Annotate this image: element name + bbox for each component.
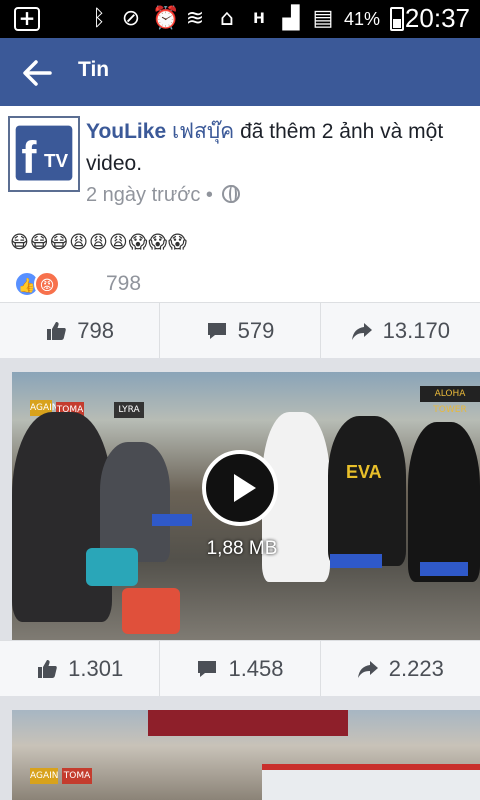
svg-text:f: f: [21, 132, 37, 183]
wifi-icon: ≋: [185, 6, 205, 31]
status-bar: + ᛒ ⊘ ⏰ ≋ ⌂ H ▟ ▤ 41% 20:37: [0, 0, 480, 38]
share-count: 13.170: [382, 317, 450, 343]
red-bucket: [122, 588, 180, 634]
share-button[interactable]: 2.223: [321, 641, 480, 696]
post-time-text: 2 ngày trước •: [86, 184, 213, 206]
post-text: 😷😷😷😩😩😩😱😱😱: [10, 232, 188, 253]
bluetooth-icon: ᛒ: [92, 6, 106, 31]
second-media-thumbnail[interactable]: TOMA AGAIN: [12, 710, 480, 800]
share-count: 2.223: [388, 655, 444, 681]
like-count: 798: [77, 317, 115, 343]
app-bar: Tin: [0, 38, 480, 106]
signal-icon: ▟: [282, 6, 300, 31]
video-action-card: 1.301 1.458 2.223: [0, 640, 480, 696]
shop-sign: LYRA: [114, 402, 144, 418]
angry-reaction-icon: 😡: [34, 271, 60, 297]
like-button[interactable]: 1.301: [0, 641, 161, 696]
video-action-bar: 1.301 1.458 2.223: [0, 640, 480, 696]
ftv-logo-icon: f TV: [10, 118, 78, 190]
post-card: f TV YouLike เฟสบุ๊ค đã thêm 2 ảnh và mộ…: [0, 106, 480, 358]
comment-count: 1.458: [228, 655, 284, 681]
post-action-bar: 798 579 13.170: [0, 302, 480, 358]
like-count: 1.301: [68, 655, 124, 681]
globe-icon: [222, 185, 241, 203]
status-icons: ᛒ ⊘ ⏰ ≋ ⌂ H ▟ ▤ 41%: [88, 4, 405, 34]
bus: [262, 764, 480, 800]
reaction-count: 798: [106, 272, 142, 295]
stool: [152, 514, 192, 526]
shirt-logo: EVA: [346, 462, 382, 482]
comment-icon: [207, 322, 226, 339]
comment-button[interactable]: 1.458: [160, 641, 321, 696]
comment-count: 579: [237, 317, 275, 343]
person: [100, 442, 170, 562]
share-arrow-icon: [351, 322, 372, 340]
like-button[interactable]: 798: [0, 303, 161, 358]
post-header: YouLike เฟสบุ๊ค đã thêm 2 ảnh và một vid…: [86, 116, 472, 180]
thumbs-up-icon: [38, 659, 57, 678]
comment-button[interactable]: 579: [160, 303, 321, 358]
clock: 20:37: [404, 3, 470, 33]
share-arrow-icon: [357, 660, 378, 678]
alarm-icon: ⏰: [152, 6, 180, 31]
battery-icon: [390, 7, 405, 31]
page-name-link[interactable]: YouLike: [86, 120, 166, 143]
back-arrow-icon[interactable]: [20, 56, 54, 90]
post-timestamp: 2 ngày trước •: [86, 184, 241, 207]
shop-sign: TOMA: [62, 768, 92, 784]
svg-text:TV: TV: [44, 151, 69, 172]
mute-icon: ⊘: [121, 6, 141, 31]
red-awning: [148, 710, 348, 736]
person: [408, 422, 480, 582]
video-thumbnail[interactable]: AGAIN TOMA LYRA ALOHA TOWER EVA 1,88 MB: [12, 372, 480, 640]
page-avatar[interactable]: f TV: [8, 116, 80, 192]
video-size: 1,88 MB: [206, 538, 278, 559]
plus-icon: +: [14, 7, 40, 31]
reaction-summary[interactable]: 👍 😡 798: [14, 270, 141, 298]
page-name-thai[interactable]: เฟสบุ๊ค: [172, 120, 234, 143]
battery-percent: 41%: [344, 8, 381, 29]
shop-sign: ALOHA TOWER: [420, 386, 480, 415]
person: [12, 412, 112, 622]
shop-sign: AGAIN: [30, 768, 59, 784]
stool: [420, 562, 468, 576]
page-title: Tin: [78, 58, 110, 81]
teal-basin: [86, 548, 138, 586]
home-icon: ⌂: [220, 6, 234, 31]
thumbs-up-icon: [47, 321, 67, 340]
comment-icon: [198, 660, 217, 677]
stool: [330, 554, 382, 568]
sim-icon: ▤: [312, 6, 334, 31]
signal-h-icon: H: [253, 11, 265, 27]
share-button[interactable]: 13.170: [321, 303, 480, 358]
person: EVA: [328, 416, 406, 566]
play-button-icon[interactable]: [202, 450, 278, 526]
